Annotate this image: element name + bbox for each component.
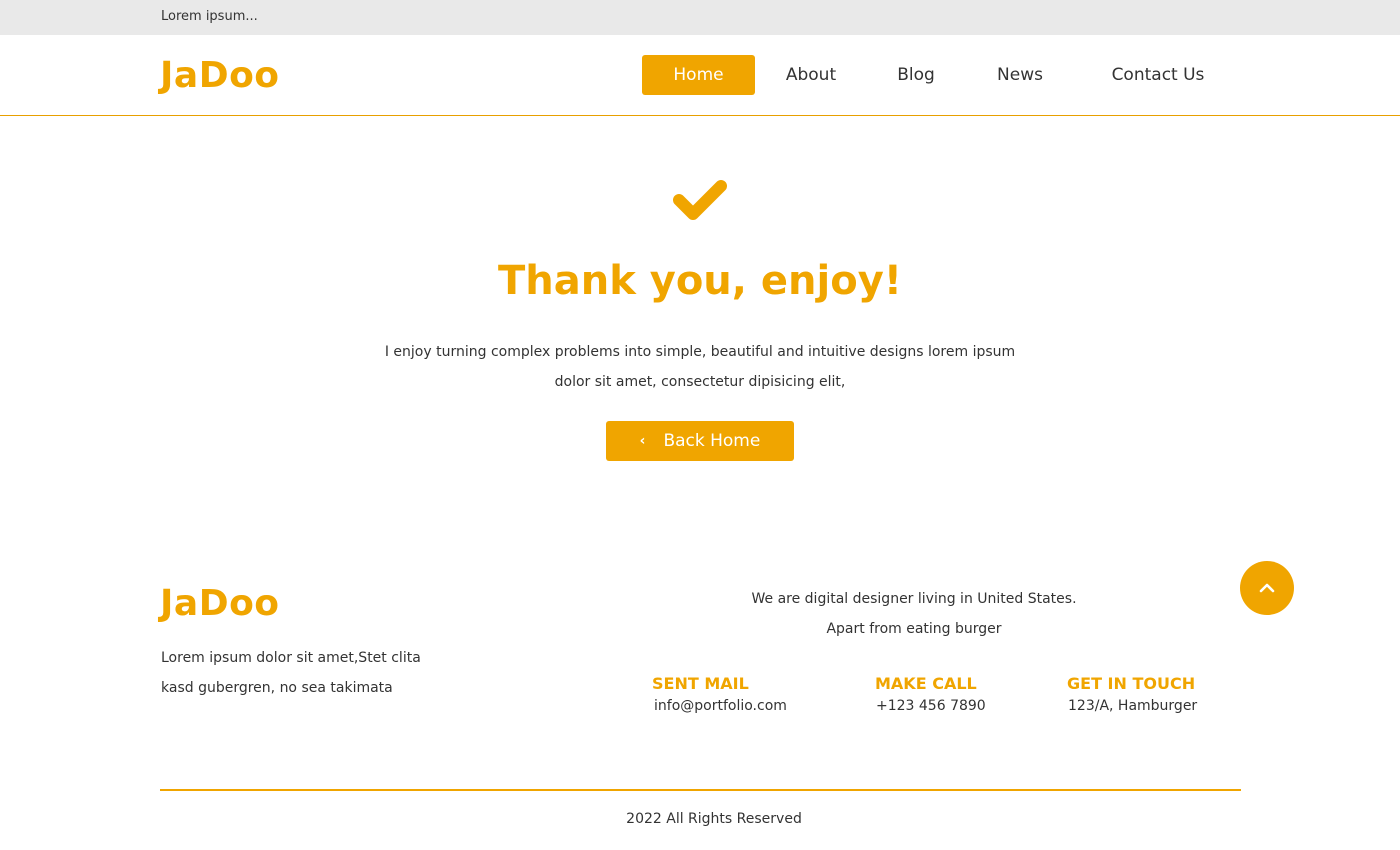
contact-heading-mail: SENT MAIL xyxy=(652,674,749,693)
contact-heading-touch: GET IN TOUCH xyxy=(1067,674,1196,693)
contact-phone-link[interactable]: +123 456 7890 xyxy=(876,698,986,714)
nav-item-blog[interactable]: Blog xyxy=(884,55,948,95)
scroll-to-top-button[interactable] xyxy=(1240,561,1294,615)
footer-logo[interactable]: JaDoo xyxy=(160,583,280,624)
nav-item-news[interactable]: News xyxy=(984,55,1056,95)
footer-divider xyxy=(160,789,1241,791)
back-home-button[interactable]: ‹ Back Home xyxy=(606,421,794,461)
contact-heading-call: MAKE CALL xyxy=(875,674,977,693)
nav-item-home[interactable]: Home xyxy=(642,55,755,95)
page-title: Thank you, enjoy! xyxy=(497,258,903,304)
hero-description-line: dolor sit amet, consectetur dipisicing e… xyxy=(554,374,846,390)
footer-description: Lorem ipsum dolor sit amet,Stet clita ka… xyxy=(161,643,451,703)
hero-description-line: I enjoy turning complex problems into si… xyxy=(384,344,1016,360)
footer-description-line: kasd gubergren, no sea takimata xyxy=(161,680,393,696)
footer-about-line: Apart from eating burger xyxy=(826,621,1002,637)
top-bar-text: Lorem ipsum... xyxy=(161,9,258,24)
footer-about: We are digital designer living in United… xyxy=(714,584,1114,644)
footer-description-line: Lorem ipsum dolor sit amet,Stet clita xyxy=(161,650,421,666)
nav-item-contact-us[interactable]: Contact Us xyxy=(1096,55,1220,95)
check-icon xyxy=(673,180,727,220)
navbar: JaDoo Home About Blog News Contact Us xyxy=(0,35,1400,116)
chevron-left-icon: ‹ xyxy=(639,433,646,449)
contact-email-link[interactable]: info@portfolio.com xyxy=(654,698,787,714)
nav-item-about[interactable]: About xyxy=(768,55,854,95)
back-home-label: Back Home xyxy=(663,431,761,451)
chevron-up-icon xyxy=(1259,583,1275,593)
brand-logo[interactable]: JaDoo xyxy=(160,55,280,96)
hero-description: I enjoy turning complex problems into si… xyxy=(350,337,1050,397)
copyright-text: 2022 All Rights Reserved xyxy=(626,811,802,827)
footer-about-line: We are digital designer living in United… xyxy=(751,591,1077,607)
top-bar: Lorem ipsum... xyxy=(0,0,1400,35)
contact-address: 123/A, Hamburger xyxy=(1068,698,1198,714)
